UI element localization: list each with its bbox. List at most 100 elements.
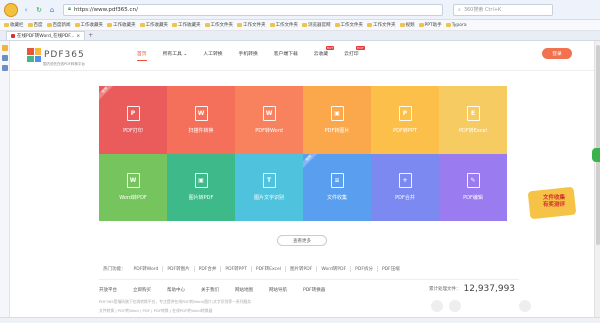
favorite-item[interactable]: 工作文件夹 [334,22,363,28]
tool-tile[interactable]: ▣ PDF转图片 [303,86,371,154]
favorite-label: 工作文件夹 [275,23,299,28]
tool-label: PDF合并 [395,195,415,202]
folder-icon [445,23,451,27]
wechat-icon[interactable] [449,300,461,312]
footer-link[interactable]: 立即购买 [133,287,151,293]
tool-tile[interactable]: 推荐 ≡ 文件收集 [303,153,371,221]
folder-icon [27,23,33,27]
folder-icon [74,23,80,27]
promo-widget[interactable]: 文件收集 有奖测评 [521,177,581,227]
back-icon[interactable]: ‹ [21,5,31,15]
favorite-item[interactable]: 工作文件夹 [269,22,299,28]
home-icon[interactable]: ⌂ [47,5,57,15]
footer-link[interactable]: 网站导航 [269,287,287,293]
file-collect-icon: ≡ [330,173,344,189]
brand-logo[interactable]: PDF365 [27,48,85,62]
tool-tile[interactable]: + PDF合并 [371,153,439,221]
promo-line-1: 文件收集 [542,195,565,201]
hot-link[interactable]: PDF合并 [195,266,222,272]
refresh-icon[interactable]: ↻ [34,5,44,15]
tool-tile[interactable]: W PDF转Word [235,86,303,154]
tool-tile[interactable]: W 扫描件转换 [167,86,235,154]
browser-logo-icon[interactable] [4,2,18,17]
hot-link[interactable]: 图片转PDF [286,266,318,272]
pdf365-logo-icon [27,48,41,62]
counter-value: 12,937,993 [463,284,516,294]
favorite-item[interactable]: Typora [445,23,467,28]
folder-icon [367,23,372,27]
hot-link[interactable]: PDF压缩 [378,266,404,272]
login-button[interactable]: 登录 [542,48,572,59]
favorite-item[interactable]: 视频 [399,22,415,28]
tab-close-icon[interactable]: × [76,34,80,39]
search-placeholder: 360搜索 Ctrl+K [463,7,502,13]
hot-link[interactable]: PDF转Excel [252,266,287,272]
nav-item[interactable]: 人工转换 [195,50,230,57]
hot-link[interactable]: PDF转图片 [163,266,195,272]
tool-tile[interactable]: W Word转PDF [99,153,167,221]
favorite-item[interactable]: 百度 [27,22,43,28]
hot-link[interactable]: PDF转Word [130,266,164,272]
new-tab-button[interactable]: + [88,32,93,39]
scrollbar-thumb[interactable] [596,45,600,245]
floating-helper-icon[interactable] [592,148,600,162]
tab-active[interactable]: 在线PDF转Word_在线PDF... × [6,31,86,40]
favorite-item[interactable]: PPT助手 [418,22,442,28]
browser-search-input[interactable]: ⌕ 360搜索 Ctrl+K [453,3,553,16]
main-nav: 首页 所有工具 ⌄ 人工转换 手机转换 客户端下载 云收藏 HOT 云打印 HOT [129,46,367,61]
hot-link[interactable]: PDF转PPT [221,266,252,272]
qq-icon[interactable] [519,300,531,312]
hot-link[interactable]: PDF拆分 [351,266,378,272]
sidebar-download-icon[interactable] [1,65,8,71]
folder-icon [107,23,112,27]
nav-label: 所有工具 ⌄ [162,52,188,57]
url-field[interactable]: 🔒︎ https://www.pdf365.cn/ [63,3,443,16]
nav-label: 云收藏 [313,52,329,57]
nav-item[interactable]: 云收藏 HOT [306,46,336,57]
footer-link[interactable]: 开放平台 [99,287,117,293]
favorite-item[interactable]: 百度新闻 [46,22,71,28]
weibo-icon[interactable] [431,300,443,312]
favorite-item[interactable]: 工作文件夹 [237,22,266,28]
sidebar-star-icon[interactable] [1,45,8,51]
tool-tile[interactable]: 推荐 P PDF打印 [99,86,167,154]
page-scrollbar[interactable] [594,41,600,317]
favorite-item[interactable]: 工作收藏夹 [74,22,103,28]
tool-tile[interactable]: P PDF转PPT [371,86,439,154]
footer-link[interactable]: 帮助中心 [167,287,185,293]
tool-tile[interactable]: ▣ 图片转PDF [167,153,235,221]
footer-link[interactable]: 关于我们 [201,287,219,293]
footer-link[interactable]: 网站地图 [235,287,253,293]
nav-item[interactable]: 首页 [129,50,155,61]
favorite-label: PPT助手 [424,23,442,28]
tool-label: 文件收集 [326,195,347,202]
hot-link[interactable]: Word转PDF [317,266,352,272]
favorite-item[interactable]: 工作收藏夹 [107,22,136,28]
file-counter: 累计处理文件： 12,937,993 [429,284,515,294]
favorite-item[interactable]: 浏览器官网 [302,22,331,28]
folder-icon [204,23,210,27]
favorite-label: 工作文件夹 [210,23,234,28]
favorite-item[interactable]: 工作收藏夹 [139,22,168,28]
nav-item[interactable]: 云打印 HOT [336,46,366,57]
nav-label: 人工转换 [203,52,223,57]
favorite-label: 工作收藏夹 [113,23,136,28]
nav-item[interactable]: 客户端下载 [266,50,306,57]
favorite-item[interactable]: 工作文件夹 [367,22,396,28]
favorite-item[interactable]: 收藏栏 [4,22,24,28]
tool-tile[interactable]: ✎ PDF编辑 [439,153,507,221]
nav-item[interactable]: 所有工具 ⌄ [155,50,196,57]
tool-tile[interactable]: E PDF转Excel [439,86,507,154]
tool-tile[interactable]: T 图片文字识别 [235,153,303,221]
nav-item[interactable]: 手机转换 [231,50,266,57]
favorite-item[interactable]: 工作收藏夹 [172,22,201,28]
browser-sidebar [0,41,10,317]
sidebar-history-icon[interactable] [1,55,8,61]
favorite-item[interactable]: 工作文件夹 [204,22,234,28]
brand-name: PDF365 [44,50,85,60]
folder-icon [334,23,340,27]
view-more-button[interactable]: 查看更多 [277,235,327,246]
nav-label: 首页 [137,52,147,57]
footer-link[interactable]: PDF转换器 [303,287,325,293]
pdf-to-image-icon: ▣ [330,105,344,121]
